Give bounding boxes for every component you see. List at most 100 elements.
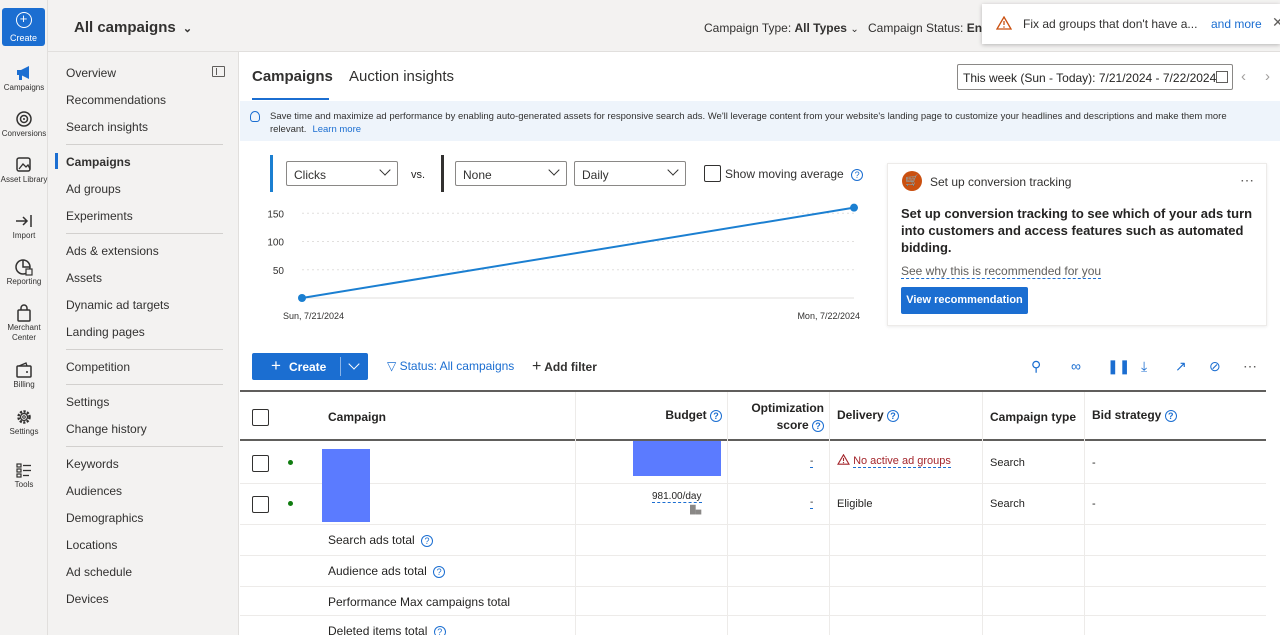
- table-row[interactable]: 981.00/day █▄ - Eligible Search -: [240, 484, 1266, 525]
- budget-redacted[interactable]: [633, 441, 721, 476]
- optimization-score[interactable]: -: [810, 456, 814, 468]
- account-selector[interactable]: All campaigns ⌄: [74, 19, 192, 36]
- hide-icon[interactable]: ⊘: [1209, 358, 1221, 375]
- nav-search-insights[interactable]: Search insights: [66, 120, 148, 134]
- select-all-checkbox[interactable]: [252, 409, 269, 426]
- rail-import[interactable]: Import: [0, 212, 48, 241]
- nav-dynamic-ad-targets[interactable]: Dynamic ad targets: [66, 298, 169, 312]
- total-label: Deleted items total ?: [328, 624, 446, 635]
- help-icon[interactable]: ?: [812, 419, 824, 432]
- nav-locations[interactable]: Locations: [66, 538, 117, 552]
- help-icon[interactable]: ?: [887, 409, 900, 422]
- nav-settings[interactable]: Settings: [66, 395, 109, 409]
- nav-recommendations[interactable]: Recommendations: [66, 93, 166, 107]
- rail-conversions[interactable]: Conversions: [0, 110, 48, 139]
- rail-reporting[interactable]: Reporting: [0, 258, 48, 287]
- x-tick-label: Mon, 7/22/2024: [797, 311, 860, 321]
- chevron-left-icon[interactable]: ‹: [1241, 68, 1246, 85]
- delivery-status[interactable]: No active ad groups: [837, 453, 951, 468]
- rail-create-button[interactable]: + Create: [2, 8, 45, 46]
- rail-tools[interactable]: Tools: [0, 461, 48, 490]
- help-icon[interactable]: ?: [851, 168, 864, 181]
- metric1-select[interactable]: Clicks: [286, 161, 398, 186]
- campaign-status-filter[interactable]: Campaign Status: Ena: [868, 21, 989, 35]
- chevron-right-icon[interactable]: ›: [1265, 68, 1270, 85]
- campaign-type-filter[interactable]: Campaign Type: All Types ⌄: [704, 21, 859, 35]
- download-icon[interactable]: ⤓: [1141, 358, 1147, 375]
- metric2-select[interactable]: None: [455, 161, 567, 186]
- nav-ad-schedule[interactable]: Ad schedule: [66, 565, 132, 579]
- total-label: Search ads total ?: [328, 533, 434, 547]
- help-icon[interactable]: ?: [433, 565, 446, 578]
- table-row[interactable]: - No active ad groups Search -: [240, 441, 1266, 484]
- chart-icon[interactable]: █▄: [690, 505, 701, 514]
- rail-settings[interactable]: Settings: [0, 408, 48, 437]
- granularity-select[interactable]: Daily: [574, 161, 686, 186]
- tab-campaigns[interactable]: Campaigns: [252, 68, 333, 85]
- nav-overview[interactable]: Overview: [66, 66, 116, 80]
- total-label-text: Search ads total: [328, 533, 415, 547]
- nav-audiences[interactable]: Audiences: [66, 484, 122, 498]
- campaign-name-redacted[interactable]: [322, 484, 370, 522]
- nav-ad-groups[interactable]: Ad groups: [66, 182, 121, 196]
- recommendation-title: Set up conversion tracking: [930, 175, 1072, 189]
- rail-merchant-center[interactable]: Merchant Center: [0, 304, 48, 343]
- y-tick-label: 100: [267, 238, 284, 249]
- data-point[interactable]: [850, 203, 858, 212]
- budget-value[interactable]: 981.00/day: [652, 491, 702, 503]
- help-icon[interactable]: ?: [421, 534, 434, 547]
- chevron-down-icon[interactable]: [348, 358, 360, 370]
- nav-devices[interactable]: Devices: [66, 592, 109, 606]
- chevron-down-icon: [548, 164, 560, 176]
- plus-icon: +: [15, 12, 32, 28]
- notification-more-link[interactable]: and more: [1211, 17, 1262, 31]
- more-options-icon[interactable]: ⋯: [1240, 172, 1254, 189]
- data-point[interactable]: [298, 294, 306, 302]
- moving-average-checkbox[interactable]: [704, 165, 721, 182]
- nav-keywords[interactable]: Keywords: [66, 457, 119, 471]
- columns-icon[interactable]: ❚❚: [1107, 358, 1130, 375]
- segment-icon[interactable]: ∞: [1071, 358, 1081, 374]
- status-filter[interactable]: ▽ Status: All campaigns: [387, 359, 514, 373]
- recommendation-why-link[interactable]: See why this is recommended for you: [901, 264, 1102, 279]
- nav-assets[interactable]: Assets: [66, 271, 102, 285]
- lightbulb-icon: [250, 111, 260, 122]
- recommendation-body: Set up conversion tracking to see which …: [901, 206, 1253, 255]
- add-filter-button[interactable]: + Add filter: [532, 358, 597, 376]
- rail-campaigns[interactable]: Campaigns: [0, 64, 48, 93]
- campaign-name-redacted[interactable]: [322, 449, 370, 484]
- tab-auction-insights[interactable]: Auction insights: [349, 68, 454, 85]
- plus-icon: +: [271, 356, 281, 375]
- rail-tools-label: Tools: [14, 480, 34, 489]
- help-icon[interactable]: ?: [1164, 409, 1177, 422]
- learn-more-link[interactable]: Learn more: [312, 124, 361, 135]
- collapse-panel-icon[interactable]: [212, 66, 225, 77]
- nav-campaigns[interactable]: Campaigns: [66, 155, 131, 169]
- more-options-icon[interactable]: ⋯: [1243, 358, 1257, 375]
- search-icon[interactable]: ⚲: [1031, 358, 1041, 375]
- nav-experiments[interactable]: Experiments: [66, 209, 133, 223]
- rail-billing[interactable]: Billing: [0, 361, 48, 390]
- expand-icon[interactable]: ↗: [1175, 358, 1187, 375]
- optimization-score[interactable]: -: [810, 497, 814, 509]
- close-icon[interactable]: ✕: [1272, 14, 1280, 31]
- nav-change-history[interactable]: Change history: [66, 422, 147, 436]
- help-icon[interactable]: ?: [710, 409, 722, 422]
- rail-asset-library[interactable]: Asset Library: [0, 156, 48, 185]
- total-label: Performance Max campaigns total: [328, 595, 511, 609]
- view-recommendation-button[interactable]: View recommendation: [901, 287, 1028, 314]
- create-button[interactable]: + Create: [252, 353, 368, 380]
- header-optimization-score[interactable]: Optimization score ?: [728, 400, 824, 449]
- help-icon[interactable]: ?: [433, 625, 446, 635]
- row-checkbox[interactable]: [252, 496, 269, 513]
- row-checkbox[interactable]: [252, 455, 269, 472]
- target-icon: [16, 111, 32, 127]
- warning-icon: [837, 453, 850, 465]
- nav-ads-extensions[interactable]: Ads & extensions: [66, 244, 159, 258]
- total-row: Performance Max campaigns total: [240, 587, 1266, 616]
- nav-demographics[interactable]: Demographics: [66, 511, 143, 525]
- date-range-picker[interactable]: This week (Sun - Today): 7/21/2024 - 7/2…: [957, 64, 1233, 90]
- nav-competition[interactable]: Competition: [66, 360, 130, 374]
- campaign-type-value: All Types: [794, 21, 847, 35]
- nav-landing-pages[interactable]: Landing pages: [66, 325, 145, 339]
